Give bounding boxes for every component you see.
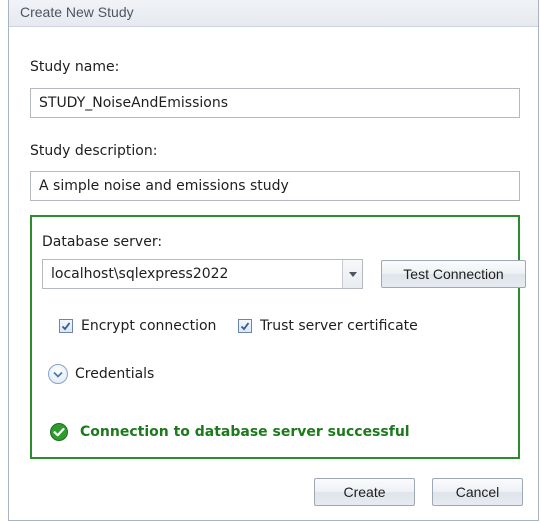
- study-name-label: Study name:: [30, 59, 120, 75]
- database-server-label: Database server:: [42, 234, 163, 250]
- trust-certificate-option[interactable]: Trust server certificate: [238, 317, 418, 335]
- encrypt-connection-checkbox[interactable]: [59, 319, 73, 333]
- chevron-down-icon[interactable]: [48, 364, 68, 384]
- database-server-select[interactable]: localhost\sqlexpress2022: [42, 259, 363, 289]
- study-name-input[interactable]: [30, 88, 520, 118]
- trust-certificate-checkbox[interactable]: [238, 319, 252, 333]
- database-server-value: localhost\sqlexpress2022: [51, 266, 229, 282]
- study-description-label: Study description:: [30, 143, 158, 159]
- title-bar[interactable]: Create New Study: [9, 0, 538, 27]
- checkmark-icon: [61, 322, 71, 331]
- credentials-label: Credentials: [75, 366, 155, 382]
- connection-status: Connection to database server successful: [50, 423, 410, 441]
- checkmark-icon: [240, 322, 250, 331]
- connection-status-text: Connection to database server successful: [80, 424, 410, 440]
- create-study-dialog: Create New Study Study name: Study descr…: [8, 0, 539, 521]
- encrypt-connection-label: Encrypt connection: [81, 318, 217, 334]
- dropdown-arrow-icon[interactable]: [342, 260, 362, 288]
- cancel-button[interactable]: Cancel: [432, 478, 523, 506]
- test-connection-button[interactable]: Test Connection: [381, 260, 526, 288]
- study-description-input[interactable]: [30, 171, 520, 201]
- encrypt-connection-option[interactable]: Encrypt connection: [59, 317, 216, 335]
- check-circle-icon: [50, 423, 68, 441]
- database-server-group: Database server: localhost\sqlexpress202…: [30, 215, 526, 459]
- trust-certificate-label: Trust server certificate: [260, 318, 418, 334]
- create-button[interactable]: Create: [314, 478, 415, 506]
- dialog-title: Create New Study: [20, 4, 134, 20]
- credentials-expander[interactable]: Credentials: [48, 364, 154, 384]
